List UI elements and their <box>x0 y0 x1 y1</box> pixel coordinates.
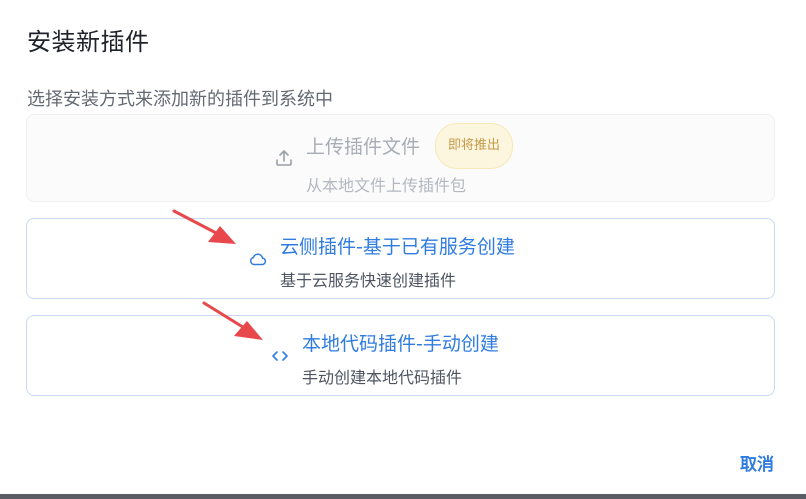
dialog-subtitle: 选择安装方式来添加新的插件到系统中 <box>27 89 333 110</box>
cloud-option-description: 基于云服务快速创建插件 <box>280 271 457 290</box>
cloud-icon <box>248 249 268 269</box>
cloud-plugin-option[interactable]: 云侧插件-基于已有服务创建 基于云服务快速创建插件 <box>26 218 775 299</box>
local-option-description: 手动创建本地代码插件 <box>302 368 463 387</box>
upload-plugin-option: 上传插件文件 即将推出 从本地文件上传插件包 <box>26 114 775 202</box>
cloud-option-title: 云侧插件-基于已有服务创建 <box>280 236 515 258</box>
upload-option-description: 从本地文件上传插件包 <box>306 176 467 195</box>
dialog-title: 安装新插件 <box>27 28 150 56</box>
cancel-button[interactable]: 取消 <box>740 450 774 475</box>
local-code-plugin-option[interactable]: 本地代码插件-手动创建 手动创建本地代码插件 <box>26 315 775 396</box>
coming-soon-badge: 即将推出 <box>435 123 514 169</box>
bottom-edge-bar <box>0 494 806 499</box>
install-plugin-dialog: 安装新插件 选择安装方式来添加新的插件到系统中 上传插件文件 即将推出 从本地文… <box>0 0 806 499</box>
code-icon <box>270 346 290 366</box>
local-option-title: 本地代码插件-手动创建 <box>302 333 499 355</box>
upload-option-title: 上传插件文件 <box>306 136 421 158</box>
upload-icon <box>274 148 294 168</box>
